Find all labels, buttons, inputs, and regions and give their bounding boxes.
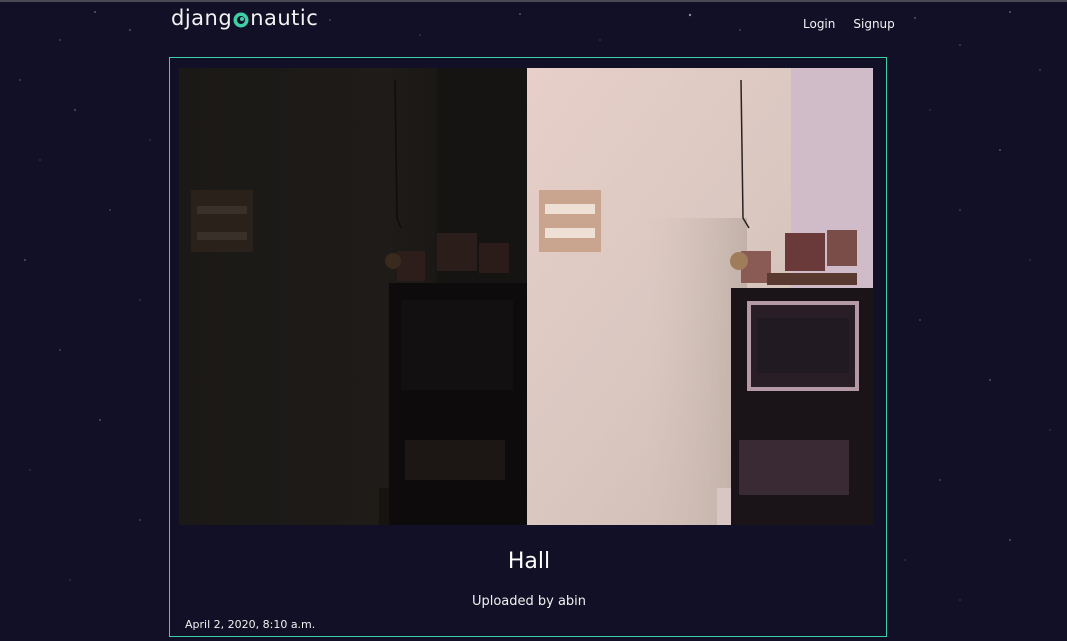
login-link[interactable]: Login: [803, 16, 835, 32]
logo-text-prefix: djang: [171, 6, 233, 30]
enhanced-bright-photo[interactable]: [527, 68, 873, 525]
logo-swirl-icon: [233, 12, 249, 28]
image-post-card: Hall Uploaded by abin April 2, 2020, 8:1…: [169, 57, 887, 637]
photo-comparison: [179, 68, 873, 525]
top-nav: Login Signup: [803, 16, 895, 32]
window-top-border: [0, 0, 1067, 2]
uploader-text: Uploaded by abin: [471, 594, 587, 609]
site-logo[interactable]: djang nautic: [171, 5, 318, 31]
original-dark-photo[interactable]: [179, 68, 527, 525]
post-date: April 2, 2020, 8:10 a.m.: [185, 618, 316, 631]
signup-link[interactable]: Signup: [853, 16, 894, 32]
post-title: Hall: [507, 549, 551, 574]
logo-text-suffix: nautic: [250, 6, 319, 30]
